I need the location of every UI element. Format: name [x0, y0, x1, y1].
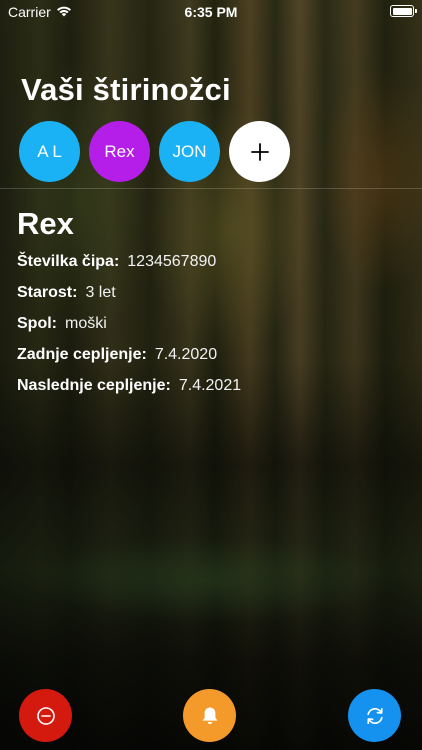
detail-value: moški	[65, 315, 107, 332]
detail-label: Spol:	[17, 315, 57, 332]
detail-label: Zadnje cepljenje:	[17, 346, 147, 363]
pet-avatar-label: Rex	[104, 141, 135, 161]
detail-value: 3 let	[85, 284, 116, 301]
status-bar: Carrier 6:35 PM	[0, 0, 422, 24]
battery-icon	[390, 5, 417, 17]
detail-last-vaccination: Zadnje cepljenje: 7.4.2020	[17, 345, 241, 376]
detail-next-vaccination: Naslednje cepljenje: 7.4.2021	[17, 376, 241, 407]
page-title: Vaši štirinožci	[21, 72, 231, 107]
add-pet-button[interactable]	[229, 121, 290, 182]
detail-sex: Spol: moški	[17, 314, 241, 345]
pet-avatar-rex[interactable]: Rex	[89, 121, 150, 182]
refresh-button[interactable]	[348, 689, 401, 742]
section-divider	[0, 188, 422, 189]
detail-label: Številka čipa:	[17, 253, 120, 270]
notification-button[interactable]	[183, 689, 236, 742]
detail-label: Naslednje cepljenje:	[17, 377, 171, 394]
pet-avatar-al[interactable]: A L	[19, 121, 80, 182]
pet-avatar-label: JON	[172, 141, 207, 161]
pet-details: Številka čipa: 1234567890 Starost: 3 let…	[17, 252, 241, 407]
pet-avatar-label: A L	[37, 141, 62, 161]
detail-value: 1234567890	[127, 253, 217, 270]
status-time: 6:35 PM	[184, 4, 238, 20]
plus-icon	[250, 142, 270, 162]
pet-selector: A L Rex JON	[19, 121, 290, 182]
detail-value: 7.4.2020	[154, 346, 218, 363]
pet-avatar-jon[interactable]: JON	[159, 121, 220, 182]
bell-icon	[201, 706, 219, 726]
detail-label: Starost:	[17, 284, 78, 301]
remove-pet-button[interactable]	[19, 689, 72, 742]
refresh-icon	[364, 705, 386, 727]
detail-chip-number: Številka čipa: 1234567890	[17, 252, 241, 283]
detail-age: Starost: 3 let	[17, 283, 241, 314]
selected-pet-name: Rex	[17, 206, 74, 241]
detail-value: 7.4.2021	[178, 377, 242, 394]
minus-circle-icon	[36, 706, 56, 726]
